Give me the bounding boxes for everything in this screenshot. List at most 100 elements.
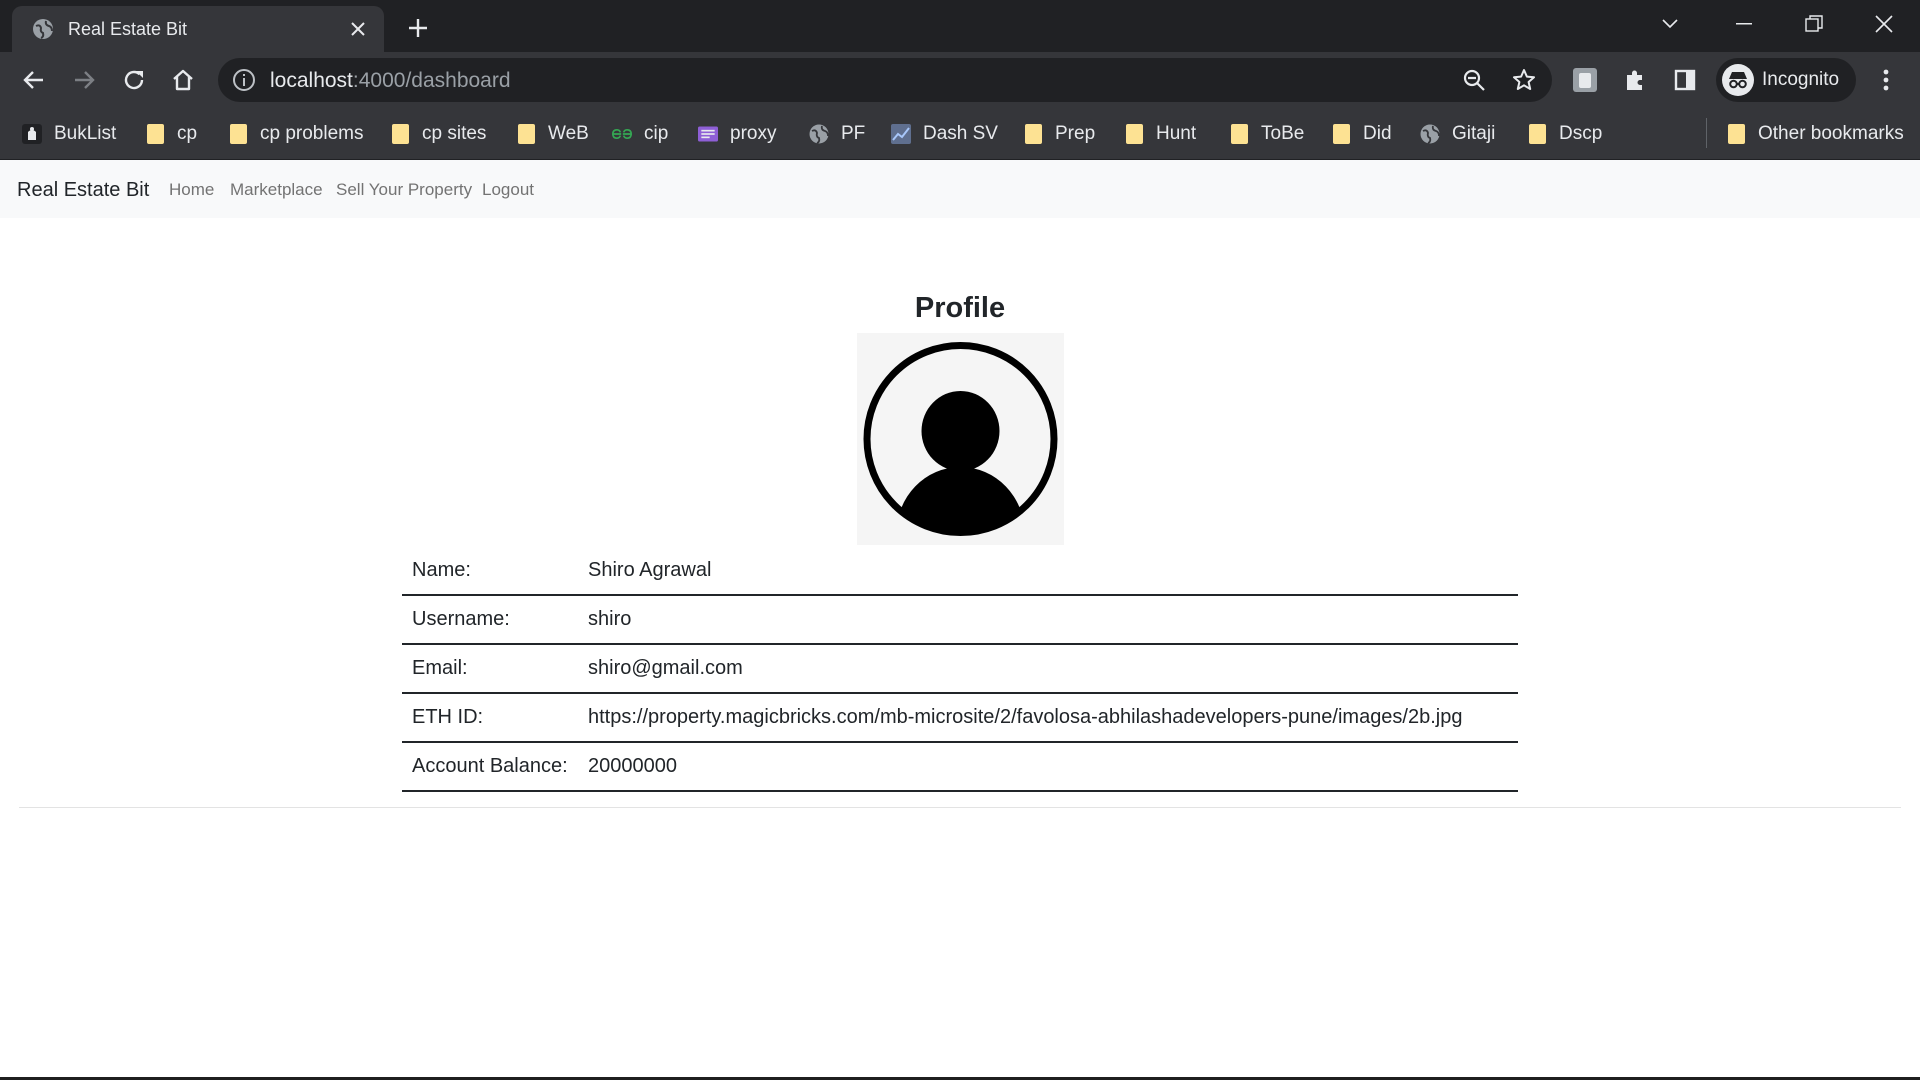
star-icon[interactable] [1510, 66, 1538, 94]
bookmark-cip[interactable]: cip [612, 118, 668, 150]
url-text[interactable]: localhost:4000/dashboard [270, 69, 511, 93]
bookmark-cp[interactable]: cp [145, 118, 197, 150]
table-row: Account Balance: 20000000 [402, 742, 1518, 792]
tab-title: Real Estate Bit [68, 19, 188, 39]
profile-button[interactable]: Incognito [1716, 58, 1856, 102]
forward-button[interactable] [64, 60, 104, 100]
restore-button[interactable] [1784, 6, 1844, 42]
bookmark-web[interactable]: WeB [516, 118, 589, 150]
globe-icon [32, 18, 54, 40]
browser-tab[interactable]: Real Estate Bit [12, 6, 384, 52]
bookmark-label: cp sites [422, 123, 487, 144]
bookmark-cp-sites[interactable]: cp sites [390, 118, 486, 150]
row-label-username: Username: [402, 595, 578, 645]
folder-icon [1023, 124, 1043, 144]
globe-icon [1420, 124, 1440, 144]
chart-icon [891, 124, 911, 144]
nav-link-sell-property[interactable]: Sell Your Property [336, 180, 472, 200]
list-icon [698, 124, 718, 144]
folder-icon [1527, 124, 1547, 144]
nav-link-home[interactable]: Home [169, 180, 214, 200]
row-label-name: Name: [402, 546, 578, 596]
back-button[interactable] [14, 60, 54, 100]
bookmark-dscp[interactable]: Dscp [1527, 118, 1602, 150]
row-value-name: Shiro Agrawal [578, 546, 1518, 596]
incognito-icon [1722, 64, 1754, 96]
bookmark-did[interactable]: Did [1331, 118, 1392, 150]
row-value-username: shiro [578, 595, 1518, 645]
globe-icon [809, 124, 829, 144]
other-bookmarks[interactable]: Other bookmarks [1726, 118, 1904, 150]
bookmark-dash-sv[interactable]: Dash SV [891, 118, 998, 150]
page-title: Profile [914, 292, 1006, 324]
bookmark-label: Gitaji [1452, 123, 1496, 144]
close-tab-icon[interactable] [346, 17, 370, 41]
bookmark-cp-problems[interactable]: cp problems [228, 118, 364, 150]
nav-link-marketplace[interactable]: Marketplace [230, 180, 323, 200]
folder-icon [516, 124, 536, 144]
url-path: :4000/dashboard [352, 69, 511, 92]
row-label-balance: Account Balance: [402, 742, 578, 792]
bookmark-label: ToBe [1261, 123, 1305, 144]
bookmark-label: proxy [730, 123, 777, 144]
bookmark-label: Prep [1055, 123, 1096, 144]
bookmark-label: Dash SV [923, 123, 998, 144]
bookmark-buklist[interactable]: BukList [22, 118, 116, 150]
folder-icon [1229, 124, 1249, 144]
zoom-icon[interactable] [1460, 66, 1488, 94]
profile-label: Incognito [1762, 69, 1840, 90]
reload-button[interactable] [114, 60, 154, 100]
user-avatar-icon [863, 342, 1058, 536]
nav-link-logout[interactable]: Logout [482, 180, 534, 200]
tab-search-icon[interactable] [1640, 6, 1700, 42]
bookmark-hunt[interactable]: Hunt [1124, 118, 1196, 150]
folder-icon [1331, 124, 1351, 144]
browser-toolbar: localhost:4000/dashboard Incognito [0, 52, 1920, 108]
bookmark-tobe[interactable]: ToBe [1229, 118, 1304, 150]
tab-strip: Real Estate Bit [0, 0, 1920, 52]
bookmark-label: cp problems [260, 123, 364, 144]
bookmark-prep[interactable]: Prep [1023, 118, 1095, 150]
row-value-balance: 20000000 [578, 742, 1518, 792]
folder-icon [1726, 124, 1746, 144]
menu-icon[interactable] [1866, 60, 1906, 100]
bookmark-label: Dscp [1559, 123, 1603, 144]
bookmarks-bar: BukList cp cp problems cp sites WeB cip … [0, 108, 1920, 160]
url-host: localhost [270, 69, 353, 92]
address-bar[interactable]: localhost:4000/dashboard [218, 58, 1552, 102]
side-panel-icon[interactable] [1665, 60, 1705, 100]
folder-icon [1124, 124, 1144, 144]
home-button[interactable] [163, 60, 203, 100]
page-divider [19, 807, 1901, 808]
row-label-email: Email: [402, 644, 578, 694]
bookmark-label: cp [177, 123, 198, 144]
row-value-eth-id: https://property.magicbricks.com/mb-micr… [578, 693, 1518, 743]
geeksforgeeks-icon [612, 124, 632, 144]
bookmark-pf[interactable]: PF [809, 118, 865, 150]
other-bookmarks-label: Other bookmarks [1758, 123, 1904, 144]
folder-icon [228, 124, 248, 144]
minimize-button[interactable] [1714, 6, 1774, 42]
close-window-button[interactable] [1854, 6, 1914, 42]
table-row: Username: shiro [402, 595, 1518, 645]
profile-info-table: Name: Shiro Agrawal Username: shiro Emai… [402, 546, 1518, 792]
bookmark-label: BukList [54, 123, 117, 144]
table-row: Email: shiro@gmail.com [402, 644, 1518, 694]
table-row: Name: Shiro Agrawal [402, 546, 1518, 596]
puzzle-icon[interactable] [1615, 60, 1655, 100]
profile-avatar [857, 333, 1064, 545]
new-tab-button[interactable] [402, 12, 434, 44]
bookmark-label: cip [644, 123, 669, 144]
extension-icon[interactable] [1565, 60, 1605, 100]
page-content: Real Estate Bit Home Marketplace Sell Yo… [0, 160, 1920, 1080]
bookmark-proxy[interactable]: proxy [698, 118, 776, 150]
site-navbar: Real Estate Bit Home Marketplace Sell Yo… [0, 160, 1920, 218]
bookmark-gitaji[interactable]: Gitaji [1420, 118, 1495, 150]
table-row: ETH ID: https://property.magicbricks.com… [402, 693, 1518, 743]
info-icon[interactable] [232, 68, 256, 92]
bookmarks-divider [1706, 118, 1707, 148]
row-label-eth-id: ETH ID: [402, 693, 578, 743]
bookmark-label: WeB [548, 123, 589, 144]
bookmark-label: PF [841, 123, 866, 144]
navbar-brand[interactable]: Real Estate Bit [17, 178, 149, 202]
